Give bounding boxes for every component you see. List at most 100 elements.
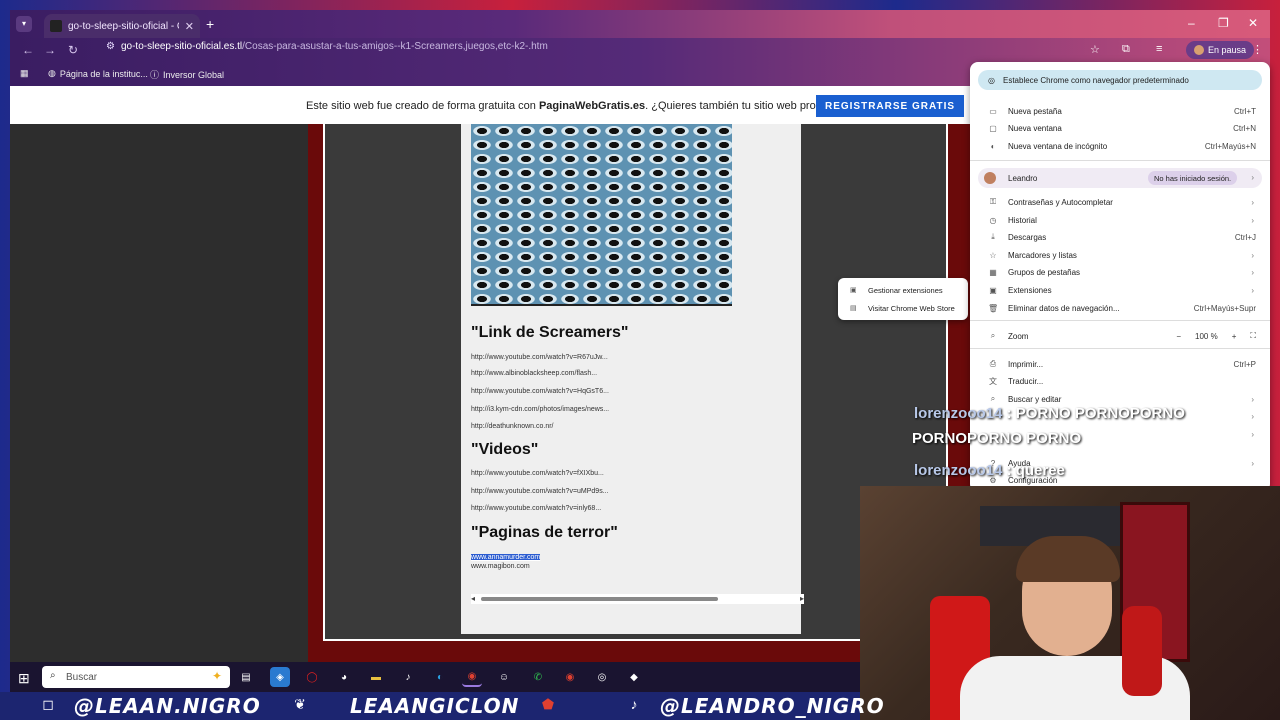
chrome-icon: ◎ [988,75,995,85]
address-bar[interactable]: ⚙ go-to-sleep-sitio-oficial.es.tl/Cosas-… [106,41,548,52]
menu-item-tab-groups[interactable]: ▦ Grupos de pestañas › [970,264,1270,280]
banner-brand[interactable]: PaginaWebGratis.es [539,100,645,112]
copilot-icon[interactable]: ◈ [270,667,290,687]
chat-message: lorenzooo14 : queree [914,462,1065,479]
scroll-left-icon[interactable]: ◂ [471,594,475,603]
puzzle-icon: ▣ [850,287,857,294]
puzzle-icon: ▣ [989,285,997,295]
scroll-thumb[interactable] [481,597,718,601]
search-icon: ⌕ [50,670,56,681]
web-store-item[interactable]: ▤ Visitar Chrome Web Store [838,300,968,316]
horizontal-scrollbar[interactable]: ◂ ▸ [471,594,804,604]
profile-paused-button[interactable]: En pausa [1186,41,1255,59]
tiktok-icon[interactable]: ♪ [398,667,418,687]
menu-item-passwords[interactable]: ⚿ Contraseñas y Autocompletar › [970,194,1270,210]
link[interactable]: http://i3.kym-cdn.com/photos/images/news… [471,406,609,413]
opera-icon[interactable]: ◯ [302,667,322,687]
windows-start-icon[interactable]: ⊞ [18,670,30,687]
incognito-icon: ◐ [990,141,996,151]
taskbar-search-input[interactable]: ⌕ Buscar ✦ [42,666,230,688]
zoom-value: 100 % [1195,331,1218,341]
divider [970,320,1270,321]
chrome-icon[interactable]: ◉ [560,667,580,687]
chevron-right-icon: › [1251,215,1254,225]
manage-extensions-item[interactable]: ▣ Gestionar extensiones [838,282,968,298]
menu-item-downloads[interactable]: ⤓ Descargas Ctrl+J [970,229,1270,245]
url-host: go-to-sleep-sitio-oficial.es.tl [120,41,243,52]
menu-item-bookmarks[interactable]: ☆ Marcadores y listas › [970,247,1270,263]
menu-kebab-icon[interactable]: ⋮ [1252,43,1263,56]
tiktok-icon: ♪ [630,696,638,712]
menu-item-new-tab[interactable]: ▭ Nueva pestaña Ctrl+T [970,103,1270,119]
link[interactable]: http://www.youtube.com/watch?v=HqGsT6... [471,388,609,395]
media-icon[interactable]: ≡ [1156,43,1162,55]
webcam-overlay [860,486,1280,720]
browser-tab[interactable]: go-to-sleep-sitio-oficial - Cosas ✕ [44,14,200,38]
menu-item-extensions[interactable]: ▣ Extensiones › [970,282,1270,298]
edge-icon[interactable]: ◐ [430,667,450,687]
discord-icon[interactable]: ☺ [494,667,514,687]
menu-item-translate[interactable]: 文 Traducir... [970,373,1270,389]
tab-search-button[interactable]: ▾ [16,16,32,32]
link[interactable]: http://www.youtube.com/watch?v=uMPd9s... [471,488,609,495]
bookmark-star-icon[interactable]: ☆ [1090,43,1100,56]
obs-icon[interactable]: ◎ [592,667,612,687]
close-window-icon[interactable]: ✕ [1248,16,1258,30]
set-default-browser-button[interactable]: ◎ Establece Chrome como navegador predete… [978,70,1262,90]
profile-row[interactable]: Leandro No has iniciado sesión. › [978,168,1262,188]
chevron-right-icon: › [1251,267,1254,277]
extensions-icon[interactable]: ⧉ [1122,43,1130,56]
tiktok-handle: @LEANDRO_NIGRO [660,694,885,718]
social-banner: ◻ @LEAAN.NIGRO ❦ LEAANGICLON ⬟ ♪ @LEANDR… [0,692,884,720]
link[interactable]: http://www.albinoblacksheep.com/flash... [471,370,597,377]
link[interactable]: http://deathunknown.co.nr/ [471,423,554,430]
article-content: "Link de Screamers" http://www.youtube.c… [461,124,804,634]
minimize-icon[interactable]: – [1188,16,1195,30]
menu-item-clear-data[interactable]: 🗑 Eliminar datos de navegación... Ctrl+May… [970,300,1270,316]
chevron-right-icon: › [1251,458,1254,468]
store-icon: ▤ [850,305,857,312]
zoom-out-button[interactable]: − [1176,332,1181,341]
menu-item-history[interactable]: ◷ Historial › [970,212,1270,228]
chevron-right-icon: › [1251,173,1254,182]
new-tab-button[interactable]: + [206,16,214,32]
register-button[interactable]: REGISTRARSE GRATIS [816,95,964,117]
menu-item-print[interactable]: ⎙ Imprimir... Ctrl+P [970,356,1270,372]
app-icon[interactable]: ◕ [334,667,354,687]
bookmark-item[interactable]: ◍ Página de la instituc... [48,68,148,79]
fullscreen-icon[interactable]: ⛶ [1250,331,1256,341]
instagram-handle: @LEAAN.NIGRO [74,694,261,718]
app-icon[interactable]: ◆ [624,667,644,687]
link-selected[interactable]: www.annamurder.com [471,554,541,561]
page-background [10,124,320,662]
paused-label: En pausa [1208,45,1247,55]
browser-toolbar: ← → ↻ ⚙ go-to-sleep-sitio-oficial.es.tl/… [10,38,1270,62]
menu-item-incognito[interactable]: ◐ Nueva ventana de incógnito Ctrl+Mayús+N [970,138,1270,154]
chrome-icon[interactable]: ◉ [462,667,482,687]
history-icon: ◷ [989,215,997,225]
folder-icon[interactable]: ▬ [366,667,386,687]
link[interactable]: http://www.youtube.com/watch?v=fXIXbu... [471,470,604,477]
link[interactable]: http://www.youtube.com/watch?v=inly68... [471,505,601,512]
site-info-icon[interactable]: ⚙ [106,41,115,52]
task-view-icon[interactable]: ▤ [236,667,256,687]
link[interactable]: http://www.youtube.com/watch?v=R67uJw... [471,354,608,361]
star-icon: ☆ [989,250,997,260]
whatsapp-icon[interactable]: ✆ [528,667,548,687]
back-icon[interactable]: ← [22,43,34,57]
menu-item-new-window[interactable]: ▢ Nueva ventana Ctrl+N [970,120,1270,136]
chevron-right-icon: › [1251,197,1254,207]
restore-icon[interactable]: ❐ [1218,16,1229,30]
chrome-menu: ◎ Establece Chrome como navegador predete… [970,62,1270,492]
apps-grid-icon[interactable]: ▦ [20,68,29,79]
bookmark-item[interactable]: ⓘ Inversor Global [150,68,224,81]
instagram-icon: ◻ [42,696,54,712]
scroll-right-icon[interactable]: ▸ [800,594,804,603]
close-tab-icon[interactable]: ✕ [185,20,194,33]
forward-icon[interactable]: → [44,43,56,57]
reload-icon[interactable]: ↻ [68,43,78,57]
zoom-in-button[interactable]: + [1232,332,1237,341]
chat-message: PORNOPORNO PORNO [912,430,1082,447]
microphone-icon [1122,606,1162,696]
link[interactable]: www.magibon.com [471,563,530,570]
